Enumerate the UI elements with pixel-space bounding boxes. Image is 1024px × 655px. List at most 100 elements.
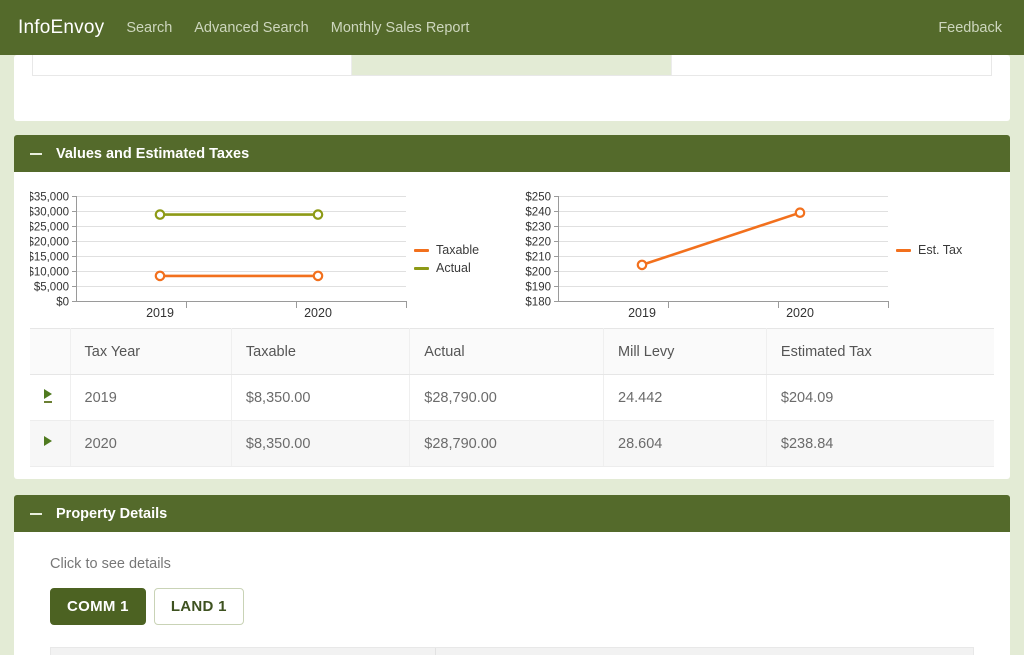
values-chart-gridlines (76, 197, 406, 287)
data-point-taxable-2020 (314, 272, 322, 280)
data-point-actual-2020 (314, 210, 322, 218)
est-tax-chart-container: $250 $240 $230 $220 $210 $200 $190 $180 … (512, 188, 994, 318)
data-point-actual-2019 (156, 210, 164, 218)
detail-key-abstract-code: Abstract Code (51, 648, 436, 655)
previous-table-cell-left (33, 55, 352, 75)
cell-tax-year: 2020 (70, 421, 231, 467)
y-tick-220: $220 (525, 237, 551, 249)
cell-actual: $28,790.00 (410, 375, 604, 421)
nav-links: Search Advanced Search Monthly Sales Rep… (126, 20, 469, 36)
est-tax-chart-series-est-tax (638, 209, 804, 270)
est-tax-chart: $250 $240 $230 $220 $210 $200 $190 $180 … (512, 188, 892, 318)
y-tick-190: $190 (525, 282, 551, 294)
nav-link-search[interactable]: Search (126, 20, 172, 36)
panel-title-values-and-estimated-taxes: Values and Estimated Taxes (56, 146, 249, 162)
values-chart-legend: Taxable Actual (414, 242, 479, 278)
est-tax-chart-x-axis-labels: 2019 2020 (628, 306, 814, 318)
data-point-est-tax-2020 (796, 209, 804, 217)
page-content: Values and Estimated Taxes (0, 55, 1024, 655)
y-tick-180: $180 (525, 297, 551, 309)
nav-link-feedback[interactable]: Feedback (938, 20, 1002, 36)
tab-land-1[interactable]: LAND 1 (154, 588, 244, 625)
brand-logo[interactable]: InfoEnvoy (18, 17, 104, 39)
row-expander-cell (30, 421, 70, 467)
property-details-tabs: COMM 1 LAND 1 (50, 588, 994, 625)
detail-value-abstract-code: 0244 EXMT FIRE DIST IMP (436, 648, 648, 655)
panel-header-values-and-estimated-taxes[interactable]: Values and Estimated Taxes (14, 135, 1010, 172)
x-tick-2019: 2019 (146, 306, 174, 318)
est-tax-chart-y-axis-labels: $250 $240 $230 $220 $210 $200 $190 $180 (525, 192, 551, 309)
x-tick-2020: 2020 (786, 306, 814, 318)
x-tick-2020: 2020 (304, 306, 332, 318)
panel-body-property-details: Click to see details COMM 1 LAND 1 Abstr… (14, 532, 1010, 655)
cell-taxable: $8,350.00 (231, 421, 409, 467)
y-tick-5000: $5,000 (34, 282, 69, 294)
panel-body-values-and-estimated-taxes: $35,000 $30,000 $25,000 $20,000 $15,000 … (14, 172, 1010, 479)
legend-label-actual: Actual (436, 261, 471, 275)
legend-label-taxable: Taxable (436, 243, 479, 257)
y-tick-240: $240 (525, 207, 551, 219)
charts-row: $35,000 $30,000 $25,000 $20,000 $15,000 … (30, 188, 994, 318)
expand-arrow-icon[interactable] (44, 389, 52, 403)
tab-comm-1[interactable]: COMM 1 (50, 588, 146, 625)
panel-property-details: Property Details Click to see details CO… (14, 495, 1010, 655)
values-chart-container: $35,000 $30,000 $25,000 $20,000 $15,000 … (30, 188, 512, 318)
y-tick-15000: $15,000 (30, 252, 69, 264)
legend-item-taxable: Taxable (414, 242, 479, 258)
expand-arrow-icon[interactable] (44, 436, 52, 448)
panel-values-and-estimated-taxes: Values and Estimated Taxes (14, 135, 1010, 479)
minus-icon[interactable] (30, 153, 42, 155)
column-header-estimated-tax: Estimated Tax (766, 329, 994, 375)
nav-link-monthly-sales-report[interactable]: Monthly Sales Report (331, 20, 470, 36)
cell-mill-levy: 28.604 (604, 421, 767, 467)
row-expander-cell (30, 375, 70, 421)
table-row[interactable]: 2020 $8,350.00 $28,790.00 28.604 $238.84 (30, 421, 994, 467)
y-tick-35000: $35,000 (30, 192, 69, 204)
table-row[interactable]: 2019 $8,350.00 $28,790.00 24.442 $204.09 (30, 375, 994, 421)
values-chart: $35,000 $30,000 $25,000 $20,000 $15,000 … (30, 188, 410, 318)
y-tick-25000: $25,000 (30, 222, 69, 234)
y-tick-0: $0 (56, 297, 69, 309)
y-tick-30000: $30,000 (30, 207, 69, 219)
minus-icon[interactable] (30, 513, 42, 515)
tax-table-body: 2019 $8,350.00 $28,790.00 24.442 $204.09… (30, 375, 994, 467)
nav-link-advanced-search[interactable]: Advanced Search (194, 20, 308, 36)
est-tax-chart-gridlines (558, 197, 888, 287)
x-tick-2019: 2019 (628, 306, 656, 318)
cell-tax-year: 2019 (70, 375, 231, 421)
tax-history-table: Tax Year Taxable Actual Mill Levy Estima… (30, 328, 994, 467)
column-header-tax-year: Tax Year (70, 329, 231, 375)
y-tick-210: $210 (525, 252, 551, 264)
previous-panel-table-row (32, 55, 992, 76)
column-header-actual: Actual (410, 329, 604, 375)
y-tick-230: $230 (525, 222, 551, 234)
detail-row-abstract-code: Abstract Code 0244 EXMT FIRE DIST IMP (51, 648, 973, 655)
cell-estimated-tax: $238.84 (766, 421, 994, 467)
data-point-est-tax-2019 (638, 261, 646, 269)
panel-title-property-details: Property Details (56, 506, 167, 522)
legend-item-est-tax: Est. Tax (896, 242, 962, 258)
est-tax-chart-legend: Est. Tax (896, 242, 962, 260)
property-details-hint: Click to see details (50, 556, 994, 572)
legend-label-est-tax: Est. Tax (918, 243, 962, 257)
cell-mill-levy: 24.442 (604, 375, 767, 421)
top-navbar: InfoEnvoy Search Advanced Search Monthly… (0, 0, 1024, 55)
y-tick-200: $200 (525, 267, 551, 279)
previous-table-cell-highlighted (352, 55, 671, 75)
cell-estimated-tax: $204.09 (766, 375, 994, 421)
nav-right-group: Feedback (938, 20, 1002, 36)
previous-panel-bottom (14, 55, 1010, 121)
values-chart-series-taxable (156, 272, 322, 280)
column-header-expander (30, 329, 70, 375)
legend-swatch-taxable (414, 249, 429, 252)
values-chart-y-axis-labels: $35,000 $30,000 $25,000 $20,000 $15,000 … (30, 192, 69, 309)
column-header-mill-levy: Mill Levy (604, 329, 767, 375)
legend-swatch-est-tax (896, 249, 911, 252)
legend-swatch-actual (414, 267, 429, 270)
tax-table-header-row: Tax Year Taxable Actual Mill Levy Estima… (30, 329, 994, 375)
cell-actual: $28,790.00 (410, 421, 604, 467)
legend-item-actual: Actual (414, 260, 479, 276)
property-detail-table: Abstract Code 0244 EXMT FIRE DIST IMP (50, 647, 974, 655)
panel-header-property-details[interactable]: Property Details (14, 495, 1010, 532)
data-point-taxable-2019 (156, 272, 164, 280)
